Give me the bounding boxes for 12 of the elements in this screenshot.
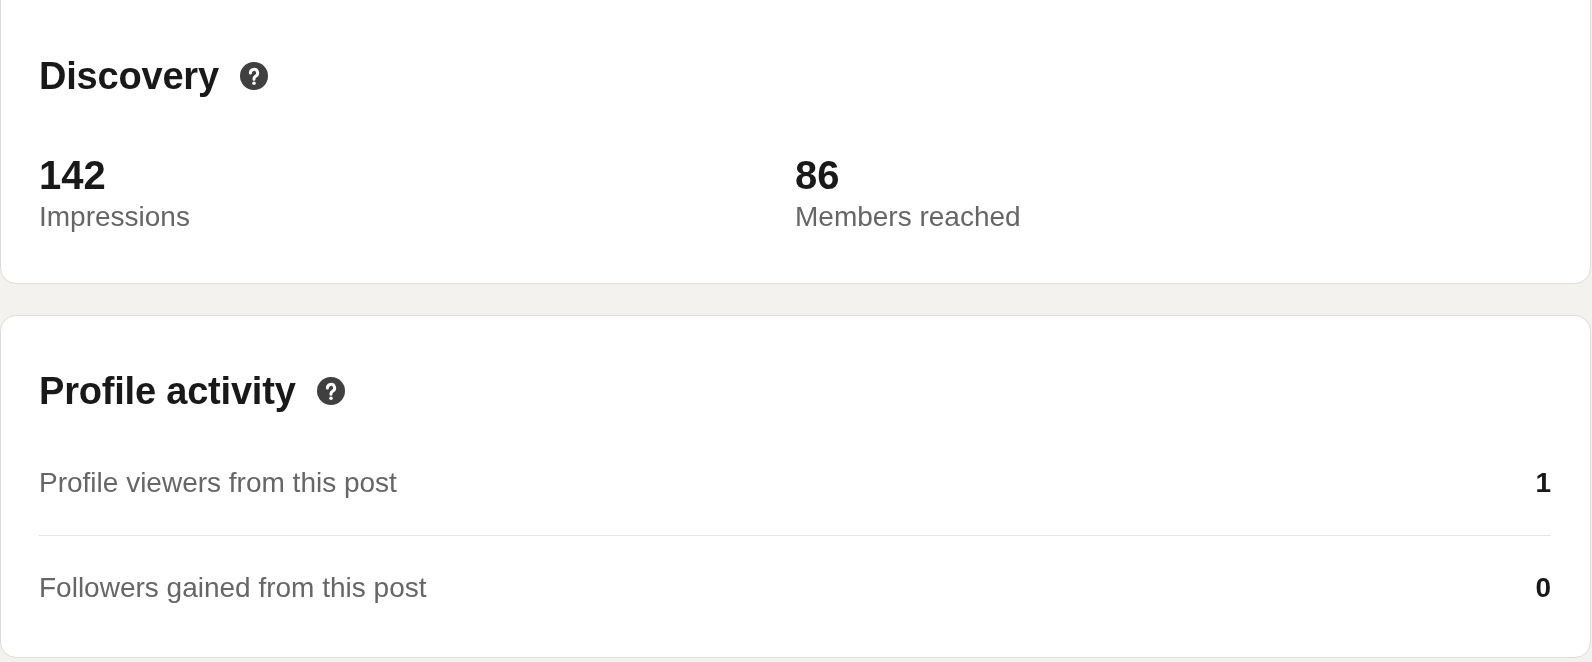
- metric-label: Impressions: [39, 200, 190, 234]
- metric-value: 142: [39, 152, 106, 199]
- help-icon[interactable]: [316, 377, 345, 405]
- stat-label: Followers gained from this post: [39, 571, 427, 605]
- stat-value: 1: [1535, 466, 1551, 500]
- help-icon[interactable]: [239, 62, 268, 90]
- stat-value: 0: [1535, 571, 1551, 605]
- section-title: Discovery: [39, 54, 219, 99]
- stat-label: Profile viewers from this post: [39, 466, 397, 500]
- metric-label: Members reached: [795, 200, 1021, 234]
- metric-value: 86: [795, 152, 840, 199]
- section-title: Profile activity: [39, 369, 296, 414]
